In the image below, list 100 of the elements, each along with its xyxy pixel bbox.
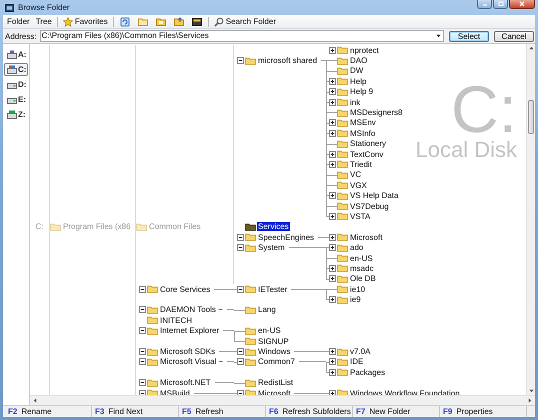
scroll-down-icon[interactable]	[528, 389, 534, 393]
collapse-button[interactable]	[237, 234, 244, 241]
folder-label[interactable]: ie10	[349, 284, 366, 294]
address-field[interactable]: C:\Program Files (x86)\Common Files\Services	[40, 30, 444, 42]
collapse-button[interactable]	[139, 286, 146, 293]
drive-item[interactable]: Z:	[4, 108, 28, 121]
folder-label[interactable]: Internet Explorer	[159, 326, 220, 336]
shortcut-label[interactable]: Find Next	[108, 407, 143, 416]
shortcut-key[interactable]: F9	[443, 407, 452, 416]
folder-label[interactable]: VC	[349, 170, 362, 180]
folder-label[interactable]: Stationery	[349, 139, 388, 148]
expand-button[interactable]	[329, 358, 336, 366]
expand-button[interactable]	[329, 212, 336, 220]
shortcut-key[interactable]: F3	[95, 407, 104, 416]
folder-label[interactable]: MSInfo	[349, 128, 376, 138]
scrollbar-thumb[interactable]	[528, 100, 534, 134]
folder-label[interactable]: Windows	[257, 347, 292, 356]
expand-button[interactable]	[329, 192, 336, 200]
folder-label[interactable]: Help 9	[349, 87, 374, 96]
collapse-button[interactable]	[139, 348, 146, 356]
folder-label[interactable]: Ole DB	[349, 274, 377, 284]
folder-label[interactable]: Common7	[257, 357, 296, 366]
expand-button[interactable]	[329, 98, 336, 106]
collapse-button[interactable]	[139, 327, 146, 334]
folder-label[interactable]: ado	[349, 243, 364, 252]
expand-button[interactable]	[329, 244, 336, 252]
shortcut-key[interactable]: F6	[269, 407, 278, 416]
collapse-button[interactable]	[139, 358, 146, 366]
favorites-button[interactable]: Favorites	[60, 16, 111, 28]
folder-label[interactable]: Lang	[257, 305, 277, 314]
drive-item[interactable]: A:	[4, 48, 28, 61]
folder-label[interactable]: IETester	[257, 284, 288, 294]
folder-label[interactable]: Microsoft SDKs	[159, 347, 216, 356]
dropdown-caret-icon[interactable]	[436, 34, 441, 38]
folder-label[interactable]: Microsoft Visual ~	[159, 357, 224, 366]
collapse-button[interactable]	[139, 379, 146, 386]
folder-label[interactable]: System	[257, 243, 286, 252]
folder-label[interactable]: IDE	[349, 357, 364, 366]
minimize-button[interactable]	[477, 0, 492, 9]
folder-label[interactable]: microsoft shared	[257, 56, 318, 66]
expand-button[interactable]	[329, 130, 336, 137]
folder-label[interactable]: VS Help Data	[349, 191, 400, 200]
expand-button[interactable]	[329, 348, 336, 356]
shortcut-label[interactable]: Refresh Subfolders	[282, 407, 351, 416]
shortcut-label[interactable]: Refresh	[195, 407, 224, 416]
shortcut-key[interactable]: F2	[8, 407, 18, 416]
folder-label[interactable]: RedistList	[257, 378, 294, 388]
folder-label[interactable]: SIGNUP	[257, 336, 290, 346]
folder-label[interactable]: Packages	[349, 368, 386, 377]
collapse-button[interactable]	[139, 306, 146, 314]
drive-item[interactable]: E:	[4, 93, 28, 106]
collapse-button[interactable]	[237, 57, 244, 64]
folder-label[interactable]: nprotect	[349, 46, 380, 55]
close-button[interactable]	[509, 0, 535, 9]
expand-button[interactable]	[329, 88, 336, 96]
folder-label[interactable]: Core Services	[159, 284, 212, 294]
collapse-button[interactable]	[237, 358, 244, 366]
drive-item[interactable]: C:	[4, 63, 28, 76]
shortcut-label[interactable]: New Folder	[369, 407, 410, 416]
folder-label[interactable]: Triedit	[349, 160, 373, 169]
collapse-button[interactable]	[237, 286, 244, 293]
folder-label[interactable]: DW	[349, 66, 364, 76]
folder-label[interactable]: ink	[349, 98, 362, 107]
expand-button[interactable]	[329, 296, 336, 304]
menu-item[interactable]: Tree	[32, 16, 55, 28]
folder-label[interactable]: TextConv	[349, 150, 384, 159]
folder-label[interactable]: Services	[257, 222, 290, 232]
folder-label[interactable]: DAO	[349, 56, 368, 66]
folder-label[interactable]: DAEMON Tools ~	[159, 305, 224, 314]
folder-label[interactable]: MSDesigners8	[349, 108, 404, 118]
expand-button[interactable]	[329, 264, 336, 272]
folder-label[interactable]: Microsoft	[349, 232, 384, 242]
horizontal-scrollbar[interactable]	[30, 395, 535, 405]
folder-label[interactable]: MSEnv	[349, 118, 377, 128]
scroll-left-icon[interactable]	[33, 398, 37, 403]
expand-button[interactable]	[329, 46, 336, 54]
expand-button[interactable]	[329, 150, 336, 158]
maximize-button[interactable]	[493, 0, 508, 9]
shortcut-label[interactable]: Rename	[21, 407, 52, 416]
folder-label[interactable]: v7.0A	[349, 347, 372, 356]
folder-label[interactable]: VGX	[349, 180, 368, 190]
folder-label[interactable]: Help	[349, 76, 368, 86]
folder-label[interactable]: Microsoft.NET	[159, 378, 212, 388]
folder-label[interactable]: SpeechEngines	[257, 232, 316, 242]
folder-label[interactable]: INITECH	[159, 316, 193, 325]
collapse-button[interactable]	[237, 348, 244, 356]
folder-label[interactable]: en-US	[257, 326, 282, 336]
folder-label[interactable]: en-US	[349, 254, 374, 262]
vertical-scrollbar[interactable]	[526, 44, 535, 395]
expand-button[interactable]	[329, 275, 336, 282]
folder-label[interactable]: msadc	[349, 264, 375, 273]
shortcut-key[interactable]: F5	[182, 407, 192, 416]
scroll-right-icon[interactable]	[528, 398, 532, 403]
expand-button[interactable]	[329, 234, 336, 241]
folder-label[interactable]: ie9	[349, 295, 362, 304]
shortcut-label[interactable]: Properties	[456, 407, 493, 416]
expand-button[interactable]	[329, 160, 336, 168]
expand-button[interactable]	[329, 78, 336, 85]
scroll-up-icon[interactable]	[528, 46, 534, 50]
folder-label[interactable]: VS7Debug	[349, 202, 390, 211]
